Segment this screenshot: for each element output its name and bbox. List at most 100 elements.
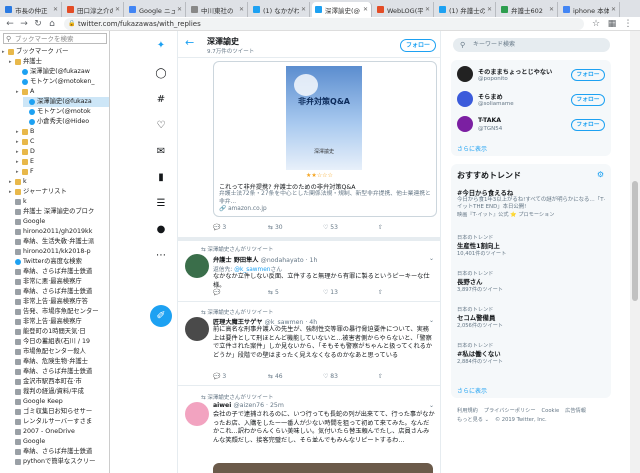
bookmark-item[interactable]: 奉納、さらば弁護士鉄道 — [9, 447, 109, 457]
hashtag-icon[interactable]: # — [153, 93, 169, 107]
bookmark-folder[interactable]: ▸ ブックマーク バー — [2, 47, 109, 57]
share-icon[interactable]: ⇧ — [378, 373, 383, 380]
bookmark-item[interactable]: 金沢市駅西本町在·市 — [9, 377, 109, 387]
bookmark-item[interactable]: 深澤諭史(@fukazaw — [16, 67, 109, 77]
follow-button[interactable]: フォロー — [571, 119, 605, 131]
bookmark-item[interactable]: 弁護士 深澤諭史のブロク — [9, 207, 109, 217]
avatar[interactable] — [185, 402, 209, 426]
bookmark-search-input[interactable]: ⚲ ブックマークを検索 — [3, 33, 107, 44]
close-icon[interactable]: ✕ — [487, 6, 492, 13]
profile-icon[interactable]: ● — [153, 223, 169, 237]
bookmark-item[interactable]: モトケン(@motok — [23, 107, 109, 117]
close-icon[interactable]: ✕ — [177, 6, 182, 13]
suggestion-name[interactable]: そらまめ — [478, 92, 503, 101]
bookmark-item[interactable]: レンタルサーバーすさま — [9, 417, 109, 427]
browser-tab[interactable]: 市長の仲正 ✕ — [2, 2, 62, 17]
avatar[interactable] — [457, 116, 473, 132]
suggestion-name[interactable]: T-TAKA — [478, 117, 501, 124]
browser-tab[interactable]: 深澤諭史(@ ✕ — [312, 2, 372, 17]
privacy-link[interactable]: プライバシーポリシー — [484, 408, 536, 414]
extension-icon[interactable]: ▦ — [606, 18, 618, 30]
like-icon[interactable]: ♡ 53 — [323, 224, 338, 231]
messages-icon[interactable]: ✉ — [153, 145, 169, 159]
trend-item[interactable]: 日本のトレンド #私は働くない 2,884件のツイート — [457, 342, 607, 365]
star-icon[interactable]: ☆ — [590, 18, 602, 30]
suggestion-name[interactable]: そのままちょっとじやない — [478, 67, 552, 76]
bookmark-folder[interactable]: ▸ A — [16, 87, 109, 97]
browser-tab[interactable]: 中川東社の ✕ — [188, 2, 248, 17]
close-icon[interactable]: ✕ — [425, 6, 430, 13]
browser-tab[interactable]: (1) 弁護士の ✕ — [436, 2, 496, 17]
notifications-icon[interactable]: ♡ — [153, 119, 169, 133]
bookmark-item[interactable]: 非常上告·最高検察庁答 — [9, 297, 109, 307]
bookmark-folder[interactable]: ▸ B — [16, 127, 109, 137]
bookmark-item[interactable]: Google — [9, 217, 109, 227]
forward-arrow-icon[interactable]: → — [18, 18, 30, 30]
twitter-logo-icon[interactable]: ✦ — [153, 39, 169, 53]
browser-tab[interactable]: 田口淳之介の ✕ — [64, 2, 124, 17]
chevron-down-icon[interactable]: ⌄ — [429, 255, 434, 262]
follow-button[interactable]: フォロー — [571, 69, 605, 81]
bookmark-item[interactable]: 今日の蓄組表(石川 / 19 — [9, 337, 109, 347]
lists-icon[interactable]: ☰ — [153, 197, 169, 211]
close-icon[interactable]: ✕ — [115, 6, 120, 13]
bookmark-item[interactable]: 非常に悪·最高検察庁 — [9, 277, 109, 287]
back-icon[interactable]: ← — [185, 36, 194, 49]
gear-icon[interactable]: ⚙ — [597, 170, 604, 179]
ads-link[interactable]: 広告情報 — [565, 408, 586, 414]
more-icon[interactable]: ⋯ — [153, 249, 169, 263]
close-icon[interactable]: ✕ — [363, 6, 368, 13]
bookmark-folder[interactable]: ▸ D — [16, 147, 109, 157]
follow-button[interactable]: フォロー — [571, 94, 605, 106]
bookmark-item[interactable]: 裁判の経過/資料/平成 — [9, 387, 109, 397]
share-icon[interactable]: ⇧ — [378, 224, 383, 231]
bookmark-folder[interactable]: ▸ F — [16, 167, 109, 177]
close-icon[interactable]: ✕ — [549, 6, 554, 13]
bookmark-item[interactable]: 奉納、さらば弁護士鉄道 — [9, 267, 109, 277]
browser-tab[interactable]: (1) なかがわ ✕ — [250, 2, 310, 17]
tweet-author[interactable]: 弁護士 野田隼人 @nodahayato · 1h — [213, 255, 317, 264]
show-more-link[interactable]: さらに表示 — [457, 144, 487, 153]
bookmark-item[interactable]: 能登町の1時間天気·日 — [9, 327, 109, 337]
bookmark-item[interactable]: ゴミ収集日お知らせサー — [9, 407, 109, 417]
close-icon[interactable]: ✕ — [239, 6, 244, 13]
bookmark-item[interactable]: 2007 - OneDrive — [9, 427, 109, 437]
reload-icon[interactable]: ↻ — [32, 18, 44, 30]
bookmark-folder[interactable]: ▸ k — [9, 177, 109, 187]
bookmark-item[interactable]: Twitterの高度な検索 — [9, 257, 109, 267]
like-icon[interactable]: ♡ 13 — [323, 289, 338, 296]
bookmark-item[interactable]: モトケン(@motoken_ — [16, 77, 109, 87]
bookmark-item[interactable]: 奉納、さらば弁護士鉄道 — [9, 287, 109, 297]
scrollbar-thumb[interactable] — [632, 181, 638, 301]
browser-tab[interactable]: iphone 本体 ✕ — [560, 2, 620, 17]
address-bar[interactable]: 🔒 twitter.com/fukazawas/with_replies — [64, 18, 584, 30]
reply-icon[interactable]: 💬 3 — [213, 224, 226, 231]
twitter-search-input[interactable]: ⚲ キーワード検索 — [453, 38, 610, 52]
retweet-icon[interactable]: ⇆ 46 — [268, 373, 283, 380]
close-icon[interactable]: ✕ — [301, 6, 306, 13]
home-icon[interactable]: ⌂ — [46, 18, 58, 30]
avatar[interactable] — [457, 91, 473, 107]
close-icon[interactable]: ✕ — [53, 6, 58, 13]
bookmark-item[interactable]: 奉納、危険生物·弁護士 — [9, 357, 109, 367]
bookmark-item[interactable]: 奉納、生活失敎·弁護士派 — [9, 237, 109, 247]
reply-icon[interactable]: 💬 3 — [213, 373, 226, 380]
bookmark-item[interactable]: pythonで簡単なスクリー — [9, 457, 109, 467]
retweet-icon[interactable]: ⇆ 30 — [268, 224, 283, 231]
trend-item[interactable]: 日本のトレンド 生産性1割向上 10,401件のツイート — [457, 234, 607, 257]
tweet-author[interactable]: 匠理大魔王サゲヤ @k_sawmen · 4h — [213, 317, 317, 326]
retweet-icon[interactable]: ⇆ 5 — [268, 289, 279, 296]
bookmark-item[interactable]: 市場魚配センター殺人 — [9, 347, 109, 357]
explore-icon[interactable]: ◯ — [153, 67, 169, 81]
compose-tweet-button[interactable]: ✐ — [150, 305, 172, 327]
bookmark-item[interactable]: 告発、市場序魚配センター — [9, 307, 109, 317]
show-more-link[interactable]: さらに表示 — [457, 386, 487, 395]
trend-item[interactable]: #今日から食えるね 今日から食1年3以上がるね!すべての謎が明らかになる…「T·… — [457, 188, 607, 218]
bookmark-item[interactable]: 深澤諭史(@fukaza — [23, 97, 109, 107]
bookmark-item[interactable]: Google Keep — [9, 397, 109, 407]
close-icon[interactable]: ✕ — [611, 6, 616, 13]
menu-icon[interactable]: ⋮ — [622, 18, 634, 30]
avatar[interactable] — [457, 66, 473, 82]
chevron-down-icon[interactable]: ⌄ — [429, 402, 434, 409]
more-link[interactable]: もっと見る ⌄ — [457, 417, 489, 423]
